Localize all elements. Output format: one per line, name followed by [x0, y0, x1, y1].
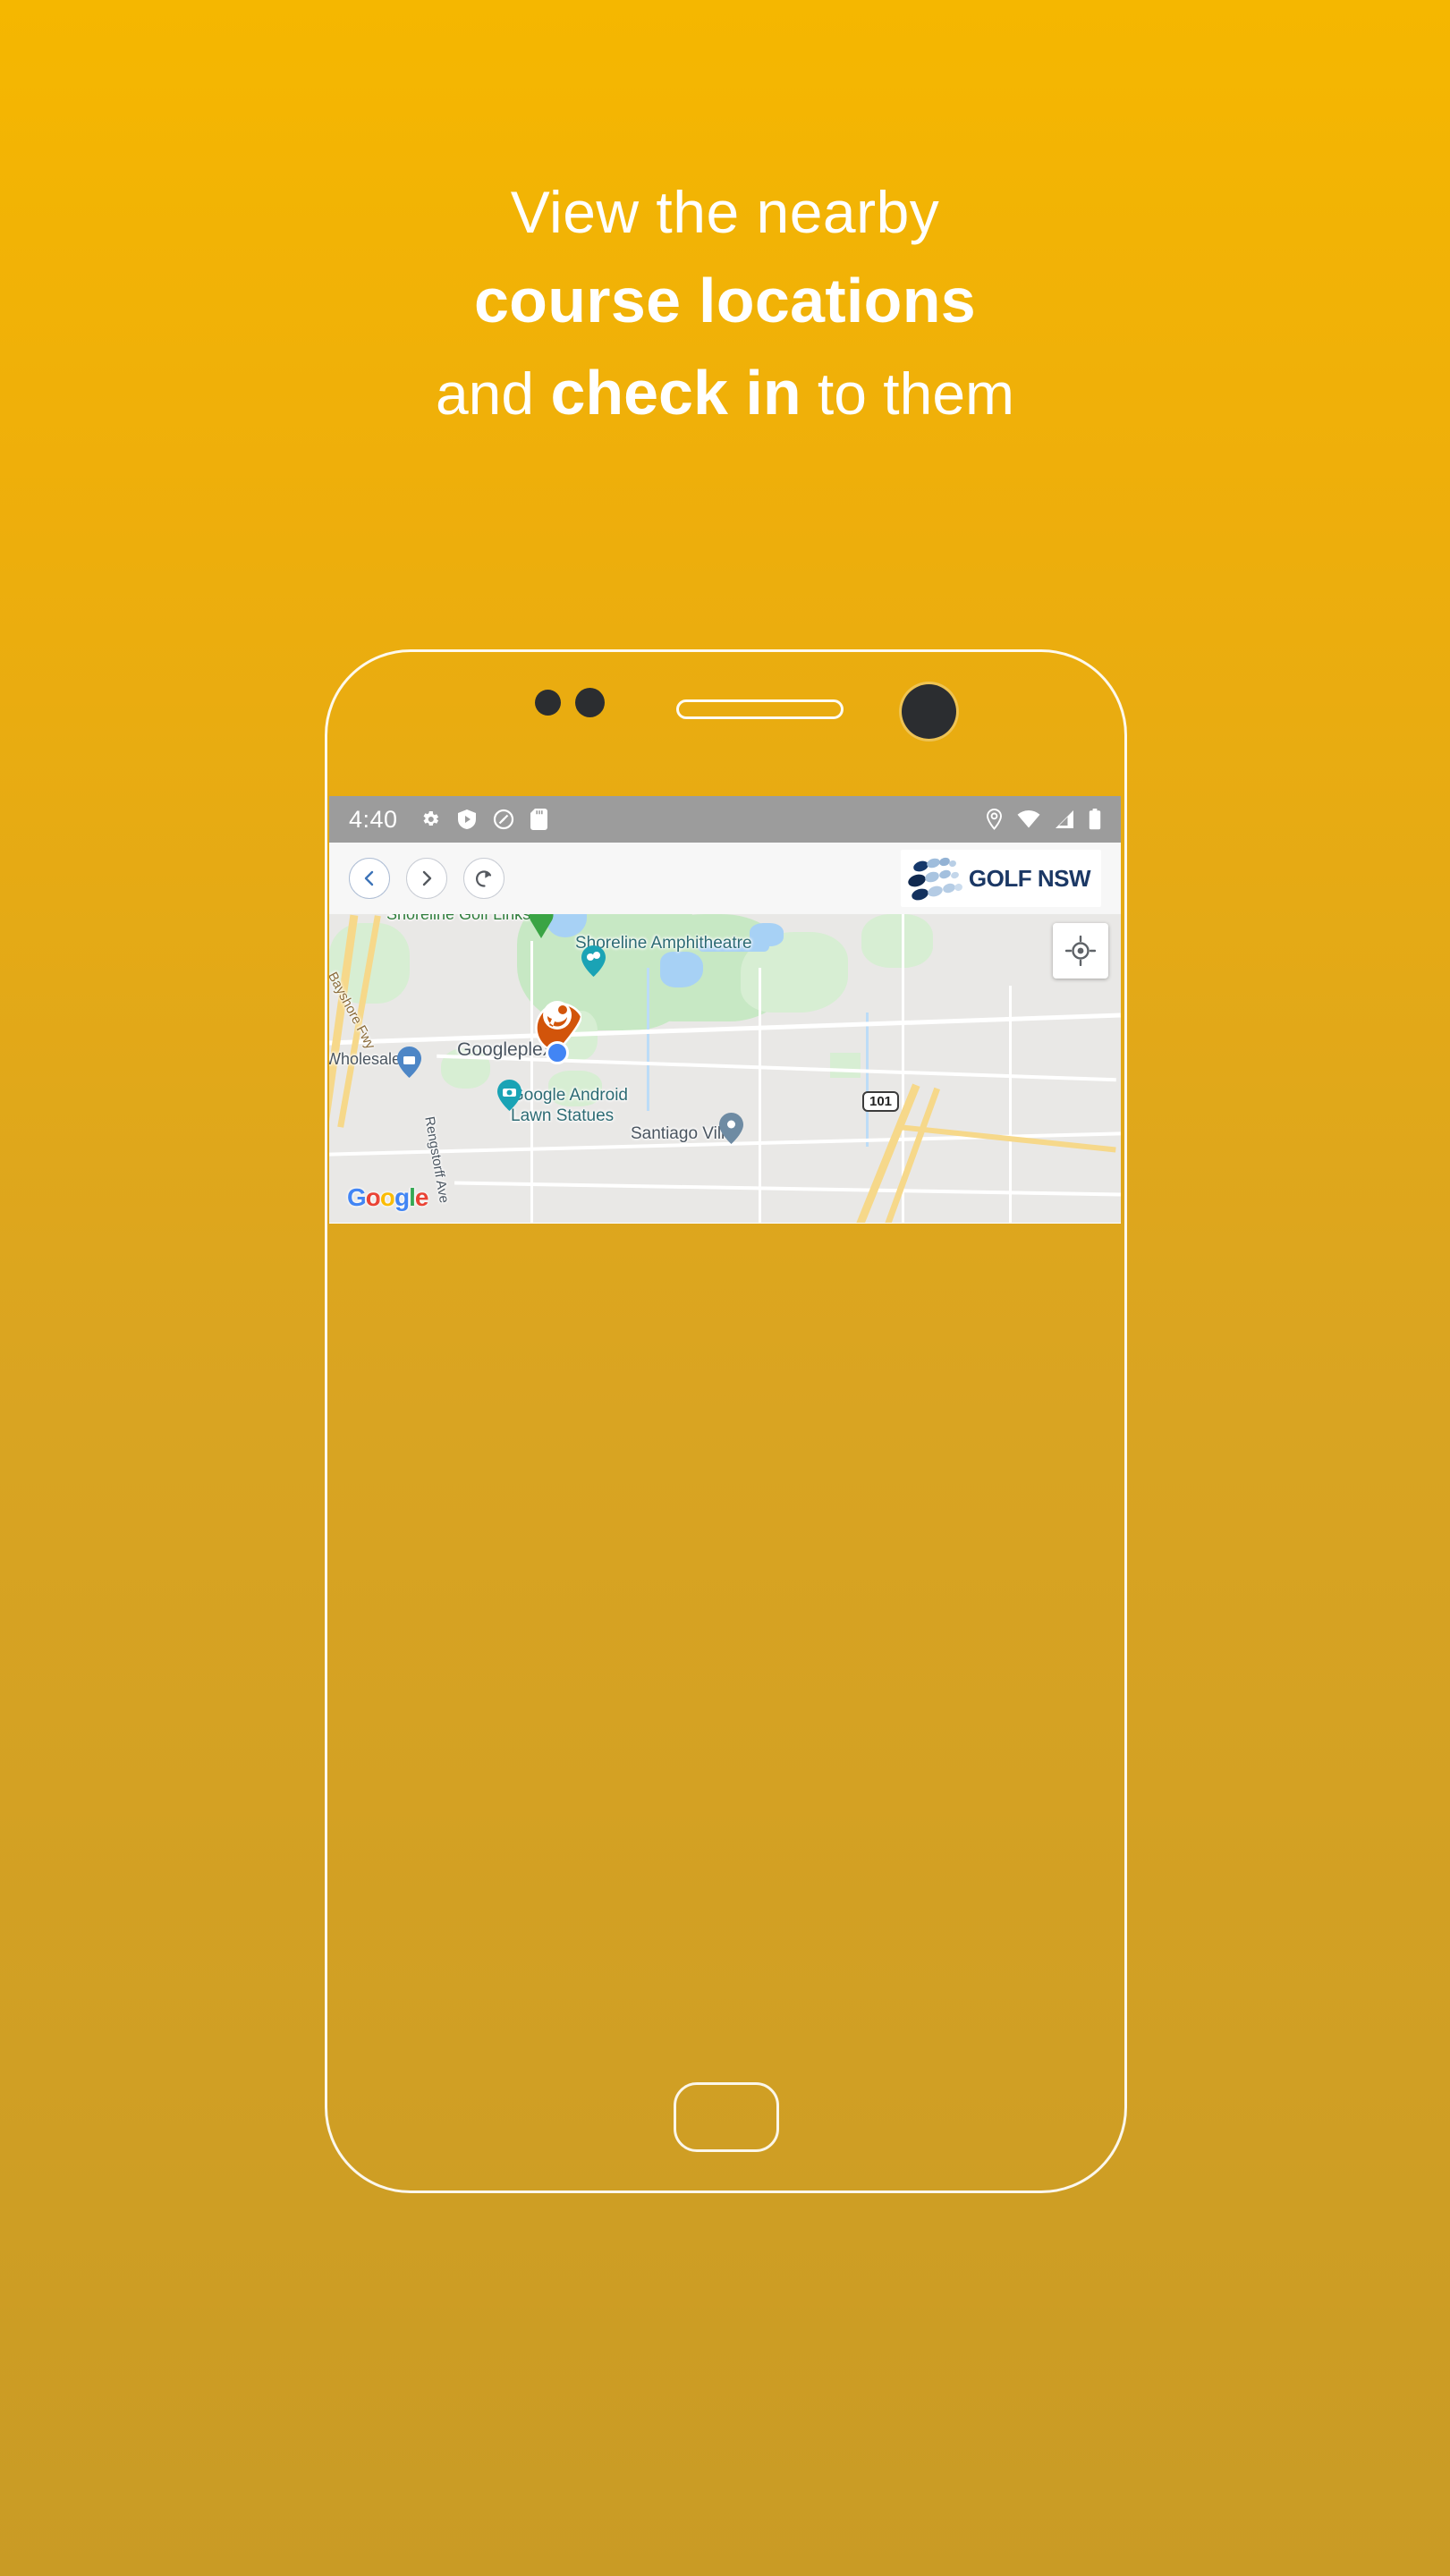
poi-golf-course-marker[interactable] — [528, 914, 555, 938]
logo-dot-pattern — [906, 855, 963, 902]
status-bar-right-icons — [986, 809, 1101, 830]
map-label-lawn-statues: Lawn Statues — [511, 1106, 615, 1125]
map-label-shoreline-golf-links: Shoreline Golf Links — [386, 914, 531, 923]
cell-signal-icon — [1056, 810, 1073, 828]
headline-line-3-bold: check in — [550, 357, 801, 428]
check-in-panel: CHECK IN NOW TO: 1 Norfolk Island Golf C… — [329, 1223, 1121, 1224]
status-bar-left-icons — [420, 809, 547, 830]
map-creek — [647, 968, 649, 1111]
check-in-title: CHECK IN NOW TO: — [352, 1223, 1098, 1224]
headline-line-3: and check in to them — [0, 352, 1450, 434]
forward-button[interactable] — [406, 858, 447, 899]
poi-camera-icon[interactable] — [497, 1080, 521, 1111]
map-park-area — [830, 1053, 861, 1078]
quickoffice-icon — [493, 809, 513, 830]
phone-screen: 4:40 GOLF NSW Shoreline Golf Links Shore… — [329, 796, 1121, 1224]
refresh-button[interactable] — [463, 858, 505, 899]
my-location-button[interactable] — [1053, 923, 1108, 979]
location-pin-icon — [987, 809, 1002, 830]
blue-location-dot — [546, 1041, 569, 1064]
map-water — [750, 923, 784, 946]
sd-card-icon — [530, 809, 547, 830]
chevron-left-icon — [364, 870, 374, 886]
home-button[interactable] — [673, 2082, 779, 2152]
front-camera — [902, 684, 956, 739]
map-creek — [866, 1013, 869, 1147]
highway-shield-101: 101 — [862, 1091, 900, 1112]
headline-line-3-pre: and — [435, 360, 551, 427]
sensor-dot-1 — [535, 690, 561, 716]
battery-icon — [1089, 809, 1101, 830]
map-road — [454, 1181, 1121, 1197]
map-label-google-android: Google Android — [511, 1086, 628, 1105]
map-road — [1009, 986, 1012, 1223]
poi-shop-icon[interactable] — [397, 1046, 421, 1078]
shield-play-icon — [457, 809, 476, 829]
headline-line-1: View the nearby — [510, 179, 940, 245]
map-label-wholesale: Wholesale — [329, 1050, 402, 1068]
sensor-dots — [535, 688, 605, 717]
map-view[interactable]: Shoreline Golf Links Shoreline Amphithea… — [329, 914, 1121, 1223]
chevron-right-icon — [422, 870, 432, 886]
gear-icon — [423, 811, 438, 826]
headline-line-2: course locations — [473, 265, 977, 335]
poi-place-icon[interactable] — [719, 1113, 743, 1144]
refresh-icon — [475, 869, 491, 887]
headline-line-3-post: to them — [801, 360, 1015, 427]
back-button[interactable] — [349, 858, 390, 899]
google-attribution: Google — [347, 1183, 428, 1211]
status-bar: 4:40 — [329, 796, 1121, 843]
earpiece-speaker — [676, 699, 844, 719]
crosshair-icon — [1065, 936, 1096, 966]
sensor-dot-2 — [575, 688, 605, 717]
map-park-area — [861, 914, 933, 968]
promo-headline: View the nearby course locations and che… — [0, 174, 1450, 434]
wifi-icon — [1017, 810, 1040, 828]
app-header: GOLF NSW — [329, 843, 1121, 914]
status-bar-clock: 4:40 — [349, 805, 398, 833]
poi-theatre-icon[interactable] — [581, 945, 606, 977]
map-road — [530, 941, 533, 1223]
golf-nsw-logo: GOLF NSW — [900, 850, 1101, 907]
map-water — [660, 952, 703, 987]
map-road — [759, 968, 761, 1223]
logo-wordmark: GOLF NSW — [968, 864, 1091, 892]
